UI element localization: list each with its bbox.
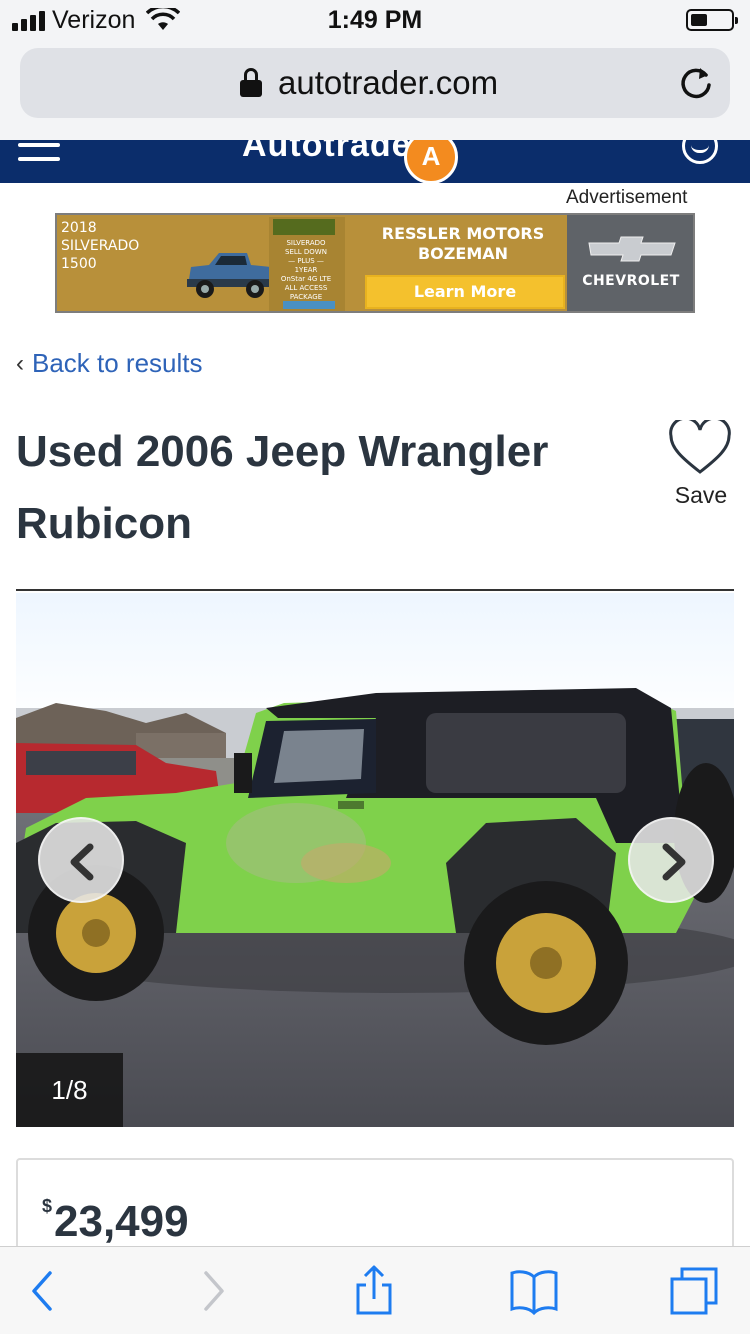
bookmarks-icon[interactable] <box>508 1265 560 1317</box>
ad-brand-panel: CHEVROLET <box>567 215 693 311</box>
back-icon[interactable] <box>18 1265 70 1317</box>
browser-toolbar <box>0 1246 750 1334</box>
status-bar: Verizon 1:49 PM <box>0 0 750 40</box>
price-currency: $ <box>42 1196 53 1216</box>
browser-chrome: autotrader.com <box>0 40 750 140</box>
learn-more-button[interactable]: Learn More <box>365 275 565 309</box>
chevron-right-icon <box>662 843 686 881</box>
ad-dealer-name: RESSLER MOTORS BOZEMAN <box>381 224 545 263</box>
status-time: 1:49 PM <box>327 6 423 34</box>
photo-counter: 1/8 <box>16 1053 123 1127</box>
save-label: Save <box>674 482 728 508</box>
lock-icon <box>240 68 262 98</box>
tabs-icon[interactable] <box>668 1265 720 1317</box>
chevron-left-icon: ‹ <box>16 349 24 377</box>
account-icon[interactable] <box>682 140 718 164</box>
listing-title: Used 2006 Jeep Wrangler Rubicon <box>16 427 549 548</box>
heart-icon[interactable] <box>668 420 732 476</box>
chevrolet-bowtie-icon <box>588 236 676 262</box>
reload-icon[interactable] <box>678 65 714 101</box>
menu-icon[interactable] <box>18 140 62 168</box>
site-logo[interactable]: Autotrader <box>242 140 426 165</box>
site-header: Autotrader A <box>0 140 750 183</box>
chevron-left-icon <box>70 843 94 881</box>
truck-image <box>187 253 273 298</box>
forward-icon[interactable] <box>186 1265 238 1317</box>
logo-mark-icon: A <box>404 140 458 183</box>
save-button[interactable]: Save <box>668 420 734 509</box>
title-divider <box>16 589 734 591</box>
listing-price: $23,499 <box>42 1196 189 1247</box>
ad-label: Advertisement <box>566 187 688 208</box>
ad-model-text: 2018 SILVERADO 1500 <box>61 220 140 272</box>
vehicle-photo-carousel[interactable]: 1/8 <box>16 593 734 1127</box>
price-value: 23,499 <box>54 1197 189 1246</box>
ad-promo-box: SILVERADO SELL DOWN — PLUS — 1YEAR OnSta… <box>269 217 345 311</box>
battery-icon <box>686 9 738 31</box>
previous-photo-button[interactable] <box>38 817 124 903</box>
share-icon[interactable] <box>348 1265 400 1317</box>
ad-banner[interactable]: 2018 SILVERADO 1500 SILVERADO SELL DOWN … <box>55 213 695 313</box>
back-to-results-link[interactable]: ‹ Back to results <box>16 348 203 379</box>
next-photo-button[interactable] <box>628 817 714 903</box>
address-bar[interactable]: autotrader.com <box>20 48 730 118</box>
back-to-results-label[interactable]: Back to results <box>32 348 203 379</box>
url-text[interactable]: autotrader.com <box>278 64 498 102</box>
